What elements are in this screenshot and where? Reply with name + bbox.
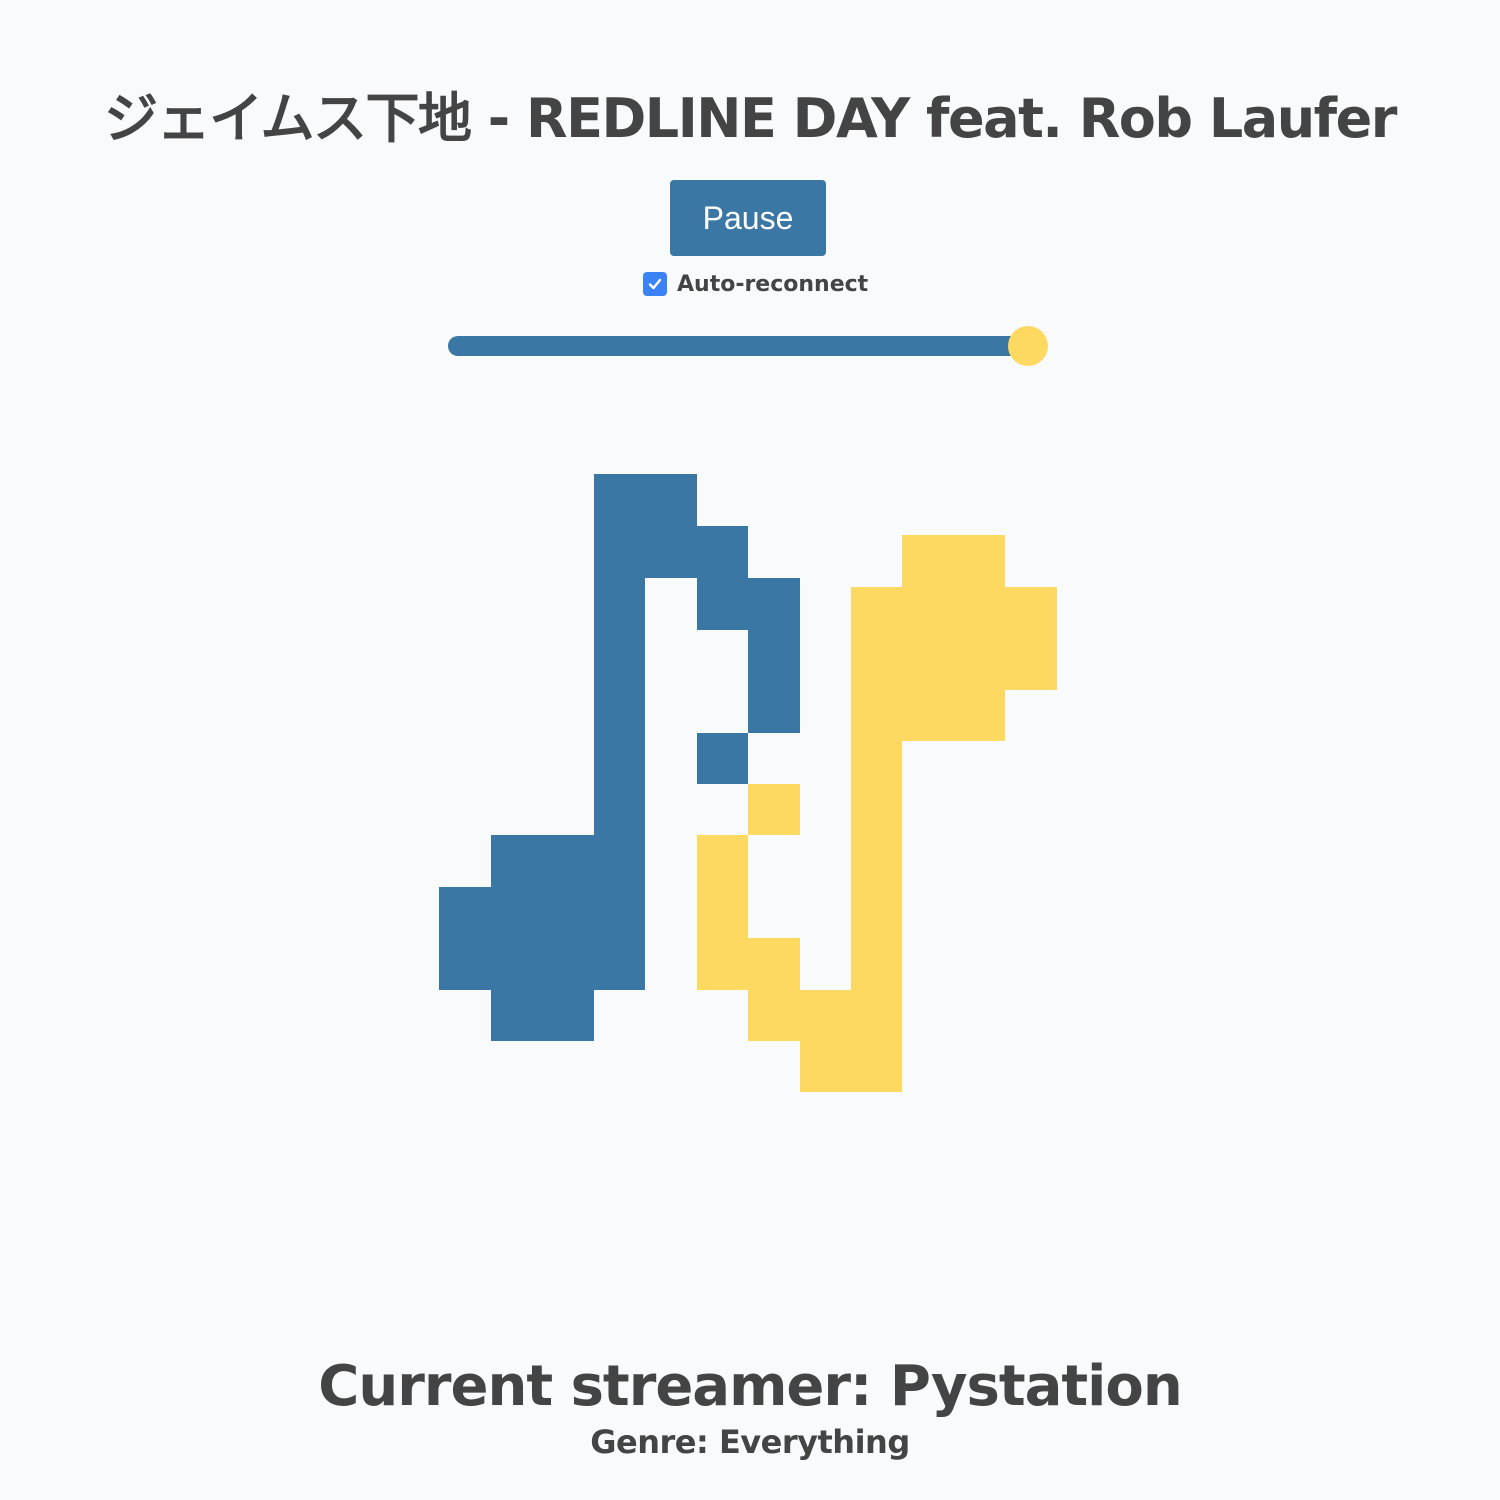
volume-slider-track[interactable] [448, 336, 1028, 356]
pause-button[interactable]: Pause [670, 180, 826, 256]
auto-reconnect-label[interactable]: Auto-reconnect [677, 272, 868, 297]
checkmark-icon [648, 278, 662, 290]
now-playing-title: ジェイムス下地 - REDLINE DAY feat. Rob Laufer [104, 87, 1397, 151]
volume-slider-thumb[interactable] [1008, 326, 1048, 366]
auto-reconnect-checkbox[interactable] [643, 272, 667, 296]
genre-label: Genre: Everything [590, 1423, 910, 1461]
music-note-logo-icon [439, 474, 1057, 1092]
current-streamer: Current streamer: Pystation [318, 1354, 1182, 1420]
auto-reconnect-toggle[interactable]: Auto-reconnect [643, 271, 868, 297]
volume-slider[interactable] [448, 326, 1050, 366]
